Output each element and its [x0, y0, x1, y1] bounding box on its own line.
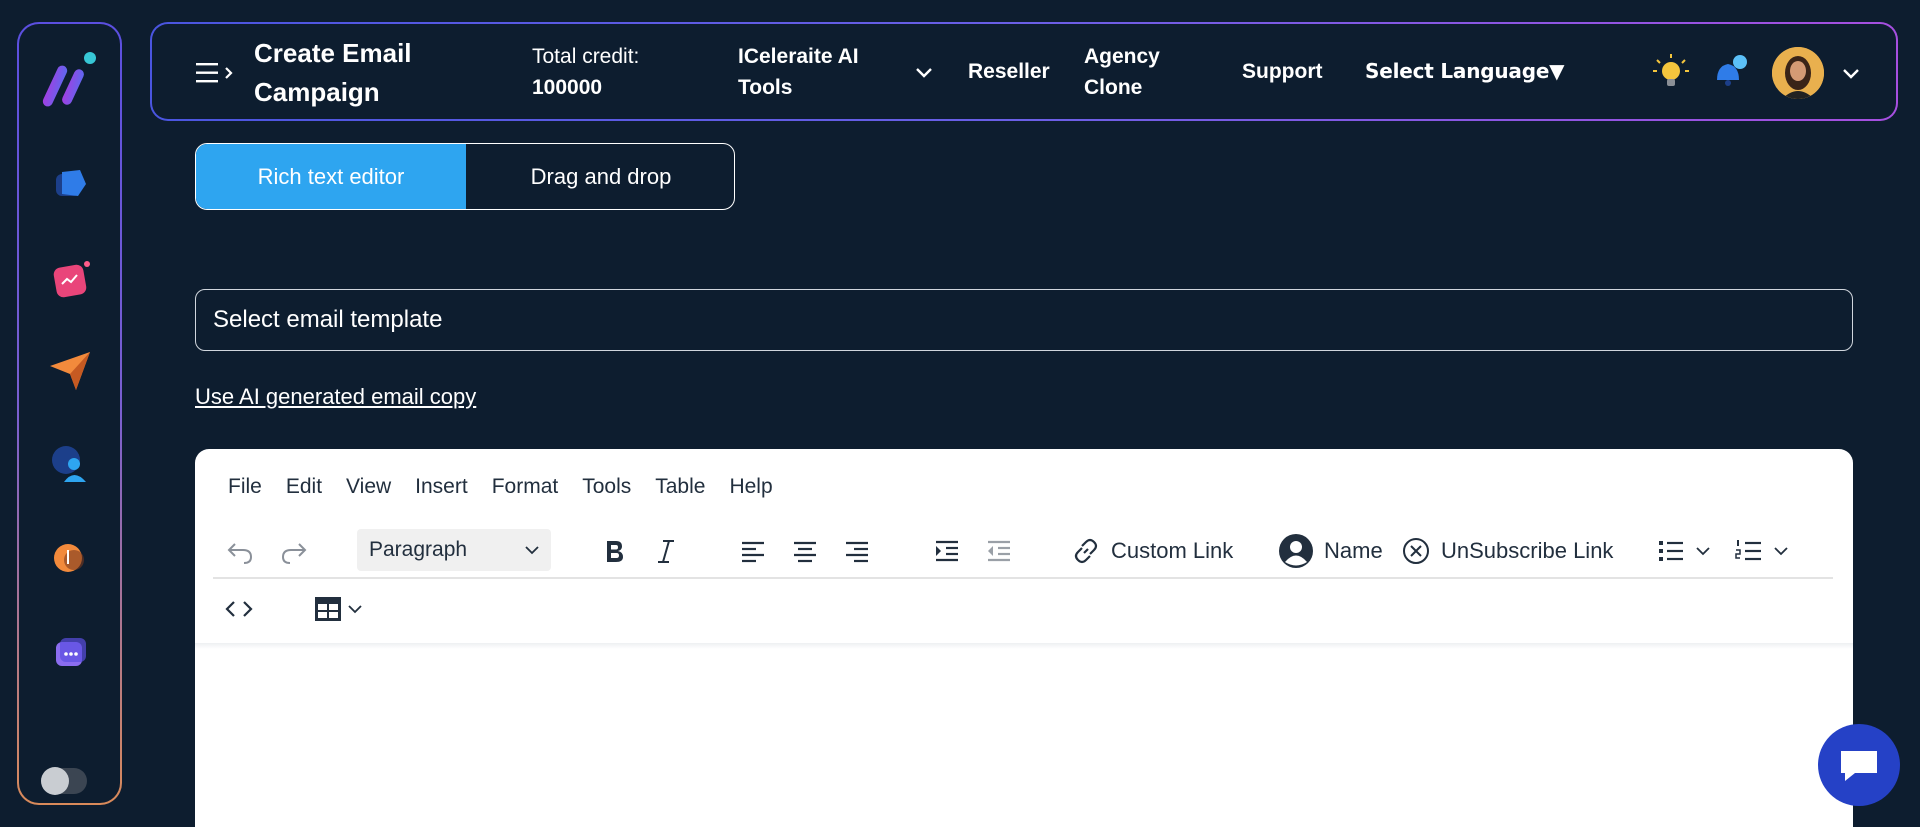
unsubscribe-link-button[interactable]: UnSubscribe Link: [1401, 533, 1613, 569]
user-icon: [1279, 534, 1313, 568]
tab-rich-text-editor[interactable]: Rich text editor: [196, 144, 466, 209]
send-icon[interactable]: [46, 346, 94, 394]
notification-icon[interactable]: [1711, 52, 1749, 90]
language-select[interactable]: Select Language▼: [1365, 56, 1565, 87]
editor-toolbar-row-2: [195, 583, 1853, 633]
align-center-icon: [794, 541, 816, 563]
credit-label: Total credit:: [532, 45, 640, 68]
italic-icon: [658, 540, 674, 563]
nav-reseller[interactable]: Reseller: [968, 56, 1050, 87]
menu-insert[interactable]: Insert: [415, 475, 468, 499]
close-circle-icon: [1403, 538, 1429, 564]
insert-name-label: Name: [1324, 538, 1383, 563]
bullet-list-button[interactable]: [1657, 533, 1713, 569]
menu-toggle-icon[interactable]: [196, 60, 238, 86]
unsubscribe-link-label: UnSubscribe Link: [1441, 538, 1614, 563]
custom-link-label: Custom Link: [1111, 538, 1234, 563]
page-title: Create Email Campaign: [254, 38, 412, 107]
table-icon: [315, 597, 362, 621]
menu-help[interactable]: Help: [729, 475, 772, 499]
chat-bubble-icon: [1841, 751, 1877, 781]
editor-mode-tabs: Rich text editor Drag and drop: [195, 143, 735, 210]
redo-icon: [281, 543, 307, 564]
align-left-icon: [742, 541, 764, 563]
dashboard-icon[interactable]: [50, 164, 90, 204]
chevron-down-icon: [525, 546, 539, 555]
indent-icon: [936, 540, 958, 562]
chevron-down-icon[interactable]: [914, 62, 934, 82]
audio-icon[interactable]: [48, 536, 92, 580]
rich-text-editor: File Edit View Insert Format Tools Table…: [195, 449, 1853, 827]
bold-button[interactable]: [601, 533, 627, 569]
credit-value: 100000: [532, 76, 603, 99]
menu-table[interactable]: Table: [655, 475, 705, 499]
align-right-button[interactable]: [843, 533, 871, 569]
editor-menubar: File Edit View Insert Format Tools Table…: [228, 475, 797, 499]
custom-link-button[interactable]: Custom Link: [1071, 533, 1233, 569]
contacts-icon[interactable]: [48, 442, 92, 486]
source-code-button[interactable]: [225, 591, 253, 627]
insert-name-button[interactable]: Name: [1278, 533, 1383, 569]
link-icon: [1074, 538, 1098, 564]
sidebar: [17, 22, 122, 805]
table-button[interactable]: [313, 591, 369, 627]
lightbulb-icon[interactable]: [1652, 53, 1690, 91]
menu-edit[interactable]: Edit: [286, 475, 322, 499]
numbered-list-icon: [1735, 540, 1788, 561]
tab-drag-and-drop[interactable]: Drag and drop: [466, 144, 734, 209]
toggle-knob: [41, 767, 69, 795]
editor-content-area[interactable]: [195, 643, 1853, 649]
indent-button[interactable]: [933, 533, 961, 569]
menu-view[interactable]: View: [346, 475, 391, 499]
code-icon: [225, 601, 253, 617]
align-center-button[interactable]: [791, 533, 819, 569]
menu-file[interactable]: File: [228, 475, 262, 499]
top-header: Create Email Campaign Total credit: 1000…: [150, 22, 1898, 121]
nav-ai-tools[interactable]: ICeleraite AI Tools: [738, 41, 888, 103]
avatar[interactable]: [1772, 47, 1824, 99]
align-right-icon: [846, 541, 868, 563]
toolbar-divider: [213, 577, 1833, 579]
outdent-icon: [988, 540, 1010, 562]
analytics-icon[interactable]: [47, 256, 93, 302]
numbered-list-button[interactable]: [1735, 533, 1791, 569]
outdent-button[interactable]: [985, 533, 1013, 569]
undo-button[interactable]: [225, 533, 255, 569]
chat-icon[interactable]: [48, 632, 92, 676]
redo-button[interactable]: [279, 533, 309, 569]
block-format-select[interactable]: Paragraph: [357, 529, 551, 571]
nav-support[interactable]: Support: [1242, 56, 1322, 87]
undo-icon: [227, 543, 253, 564]
menu-format[interactable]: Format: [492, 475, 559, 499]
logo-icon[interactable]: [40, 46, 100, 116]
bold-icon: [607, 541, 623, 562]
italic-button[interactable]: [653, 533, 679, 569]
email-template-select[interactable]: Select email template: [195, 289, 1853, 351]
chevron-down-icon[interactable]: [1840, 62, 1862, 84]
bullet-list-icon: [1659, 541, 1710, 561]
editor-toolbar: Paragraph Custom Link Name UnSubscribe L…: [195, 525, 1853, 577]
nav-agency-clone[interactable]: Agency Clone: [1084, 41, 1194, 103]
theme-toggle[interactable]: [41, 767, 87, 795]
block-format-label: Paragraph: [369, 538, 468, 561]
live-chat-button[interactable]: [1818, 724, 1900, 806]
ai-email-copy-link[interactable]: Use AI generated email copy: [195, 384, 476, 410]
menu-tools[interactable]: Tools: [582, 475, 631, 499]
avatar-image: [1772, 47, 1824, 99]
align-left-button[interactable]: [739, 533, 767, 569]
